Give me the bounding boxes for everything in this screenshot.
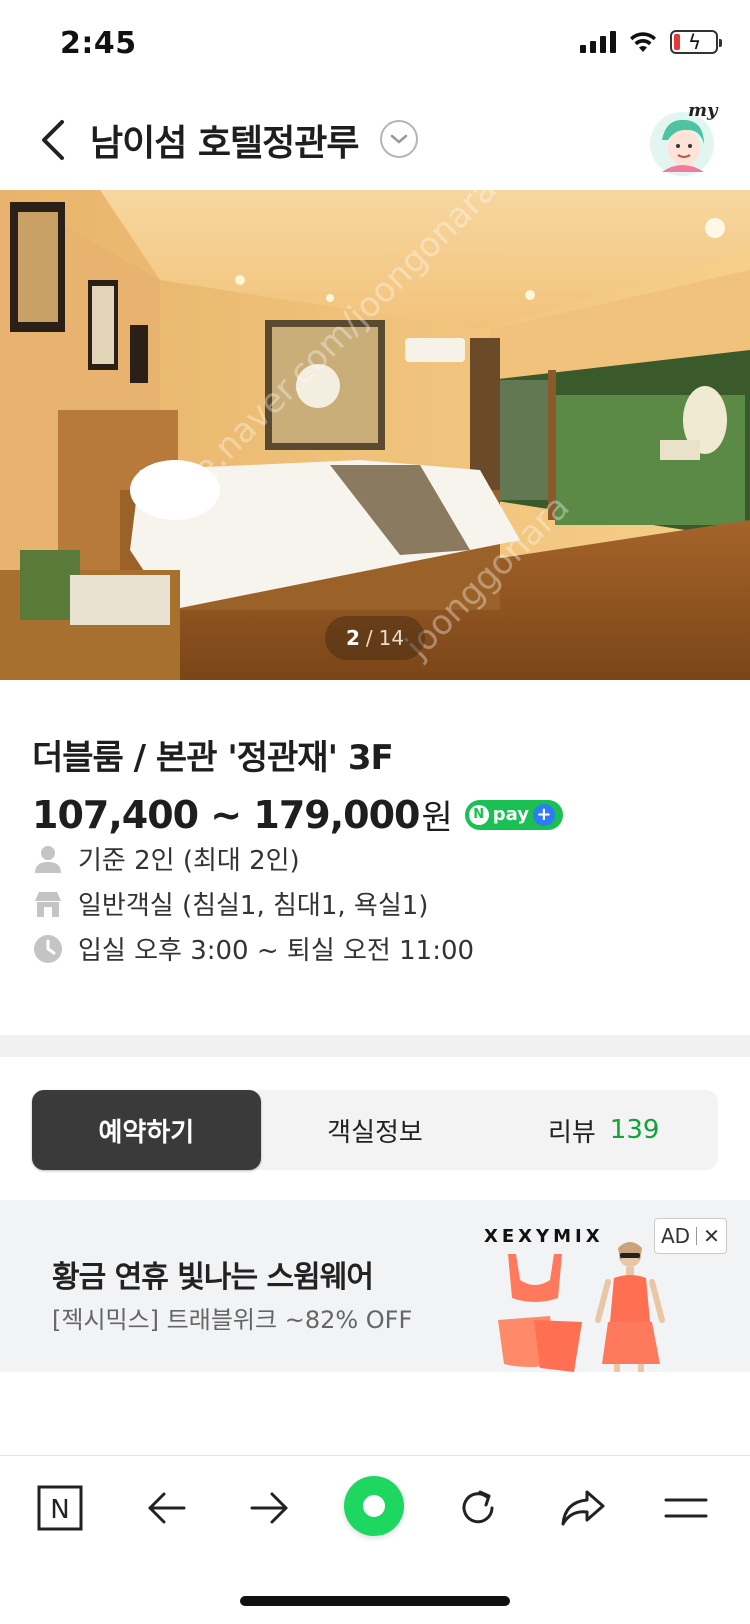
ad-label: AD [661,1224,691,1248]
app-header: 남이섬 호텔정관루 my [0,90,750,190]
room-info-section: 더블룸 / 본관 '정관재' 3F 107,400 ~ 179,000 원 N … [0,680,750,1035]
photo-counter: 2 / 14 [325,616,425,660]
tab-review[interactable]: 리뷰 139 [489,1090,718,1170]
room-name: 더블룸 / 본관 '정관재' 3F [32,738,394,778]
npay-label: pay [492,804,529,825]
ad-headline: 황금 연휴 빛나는 스윔웨어 [52,1260,374,1295]
naver-home-button[interactable]: N [28,1476,92,1540]
ad-banner[interactable]: 황금 연휴 빛나는 스윔웨어 [젝시믹스] 트래블위크 ~82% OFF XEX… [0,1200,750,1372]
naver-n-label: N [50,1495,69,1525]
npay-n-icon: N [468,804,489,825]
ad-subtitle: [젝시믹스] 트래블위크 ~82% OFF [52,1306,413,1334]
tab-room-info[interactable]: 객실정보 [261,1090,490,1170]
section-divider [0,1035,750,1057]
status-icons: ϟ [580,30,722,54]
price-row: 107,400 ~ 179,000 원 N pay + [32,790,563,839]
room-tabs: 예약하기 객실정보 리뷰 139 [32,1090,718,1170]
tab-reserve-label: 예약하기 [98,1117,195,1148]
capacity-row: 기준 2인 (최대 2인) [32,840,300,877]
checkin-row: 입실 오후 3:00 ~ 퇴실 오전 11:00 [32,930,474,967]
avatar: my [650,100,719,176]
room-photo-carousel[interactable]: cafe.naver.com/joongonara joonggonara 2 … [0,190,750,680]
wifi-icon [630,32,656,52]
tab-room-info-label: 객실정보 [327,1117,423,1148]
back-arrow-icon [148,1492,186,1524]
share-button[interactable] [550,1476,614,1540]
avatar-my-label: my [688,100,719,121]
clock-icon [32,933,64,965]
photo-counter-current: 2 [345,626,360,650]
back-nav-button[interactable] [134,1476,198,1540]
menu-icon [664,1498,708,1518]
npay-plus-badge: N pay + [464,799,563,830]
ad-product-image [498,1242,665,1372]
forward-arrow-icon [250,1492,288,1524]
naver-n-icon: N [37,1485,83,1531]
battery-icon: ϟ [670,30,722,54]
building-icon [32,888,64,920]
capacity-text: 기준 2인 (최대 2인) [78,846,300,876]
status-time: 2:45 [60,26,137,61]
refresh-button[interactable] [446,1476,510,1540]
tab-reserve[interactable]: 예약하기 [32,1090,261,1170]
status-bar: 2:45 ϟ [0,0,750,90]
home-indicator [240,1596,510,1606]
title-dropdown-button[interactable] [380,120,418,158]
back-button[interactable] [28,112,78,168]
price-range: 107,400 ~ 179,000 [32,792,420,837]
chevron-down-icon [390,134,408,144]
forward-nav-button[interactable] [238,1476,302,1540]
page-title: 남이섬 호텔정관루 [90,123,359,164]
browser-toolbar: N [0,1455,750,1624]
review-count: 139 [609,1115,660,1145]
ad-close-icon[interactable]: ✕ [703,1224,720,1248]
photo-counter-total: 14 [378,626,405,650]
green-dot-icon [363,1495,385,1517]
photo-counter-separator: / [365,626,373,650]
share-icon [561,1490,605,1526]
menu-button[interactable] [654,1476,718,1540]
ad-brand-logo: XEXYMIX [484,1226,604,1247]
person-icon [32,843,64,875]
room-photo: cafe.naver.com/joongonara joonggonara [0,190,750,680]
ad-tag: AD ✕ [654,1218,727,1254]
signal-icon [580,31,616,53]
chevron-left-icon [42,120,64,160]
tab-review-label: 리뷰 [547,1117,596,1148]
price-unit: 원 [421,798,453,838]
my-avatar-button[interactable]: my [648,100,720,180]
green-home-button[interactable] [344,1476,404,1536]
room-type-row: 일반객실 (침실1, 침대1, 욕실1) [32,885,428,922]
room-type-text: 일반객실 (침실1, 침대1, 욕실1) [78,891,429,921]
checkin-text: 입실 오후 3:00 ~ 퇴실 오전 11:00 [78,936,475,966]
ad-tag-divider [696,1227,698,1245]
refresh-icon [462,1490,494,1524]
npay-plus-icon: + [532,803,555,826]
